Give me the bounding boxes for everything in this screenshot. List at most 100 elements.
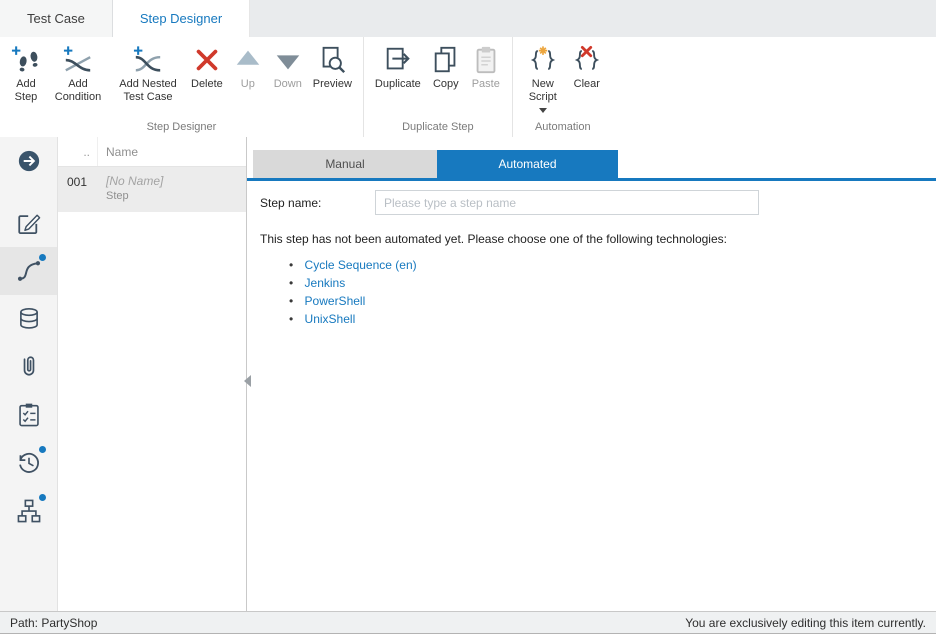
copy-button[interactable]: Copy [426, 43, 466, 93]
tab-step-designer-label: Step Designer [140, 11, 222, 26]
technology-link-unixshell[interactable]: UnixShell [305, 312, 356, 326]
add-step-icon [11, 45, 41, 75]
step-name-input[interactable] [375, 190, 759, 215]
step-name-label: Step name: [260, 196, 375, 210]
status-editing-notice: You are exclusively editing this item cu… [685, 616, 926, 630]
technology-list-item: Cycle Sequence (en) [289, 256, 936, 274]
application-window: Test Case Step Designer Add Step [0, 0, 936, 634]
down-arrow-icon [273, 45, 303, 75]
new-script-button[interactable]: New Script [519, 43, 567, 115]
step-list-header: .. Name [58, 137, 246, 167]
up-label: Up [241, 78, 255, 91]
status-path: Path: PartyShop [10, 616, 97, 630]
preview-button[interactable]: Preview [308, 43, 357, 93]
ribbon-toolbar: Add Step Add Condition Add Nested Test C… [0, 37, 936, 138]
preview-icon [317, 45, 347, 75]
collapse-arrow-icon [244, 375, 251, 387]
delete-button[interactable]: Delete [186, 43, 228, 93]
dropdown-chevron-icon [539, 108, 547, 113]
ribbon-group-label-automation: Automation [513, 121, 613, 133]
edit-icon [16, 210, 42, 236]
technology-list-item: PowerShell [289, 292, 936, 310]
sidebar-item-data[interactable] [0, 295, 57, 343]
database-icon [16, 306, 42, 332]
editor-tab-bar: Manual Automated [253, 150, 936, 178]
history-icon [16, 450, 42, 476]
add-condition-icon [63, 45, 93, 75]
step-name-form-row: Step name: [260, 190, 936, 215]
sidebar-item-hierarchy[interactable] [0, 487, 57, 535]
column-header-name: Name [98, 145, 138, 159]
delete-label: Delete [191, 78, 223, 91]
down-label: Down [274, 78, 302, 91]
paste-button[interactable]: Paste [466, 43, 506, 93]
step-type: Step [106, 190, 163, 202]
add-condition-button[interactable]: Add Condition [46, 43, 110, 106]
paste-icon [471, 45, 501, 75]
column-header-handle: .. [58, 137, 98, 166]
ribbon-group-label-step-designer: Step Designer [0, 121, 363, 133]
step-number: 001 [58, 167, 98, 212]
arrow-circle-icon [16, 148, 42, 174]
clear-script-icon [572, 45, 602, 75]
sidebar-item-attachments[interactable] [0, 343, 57, 391]
up-arrow-icon [233, 45, 263, 75]
add-condition-label: Add Condition [51, 78, 105, 104]
duplicate-button[interactable]: Duplicate [370, 43, 426, 93]
add-nested-test-case-icon [133, 45, 163, 75]
step-name: [No Name] [106, 174, 163, 188]
clear-button[interactable]: Clear [567, 43, 607, 93]
sidebar-item-checklist[interactable] [0, 391, 57, 439]
navigation-sidebar [0, 137, 58, 612]
tab-automated[interactable]: Automated [437, 150, 618, 178]
new-script-icon [528, 45, 558, 75]
sidebar-item-steps[interactable] [0, 247, 57, 295]
preview-label: Preview [313, 78, 352, 91]
clear-label: Clear [574, 78, 600, 91]
technology-link-powershell[interactable]: PowerShell [305, 294, 366, 308]
technology-list-item: UnixShell [289, 310, 936, 328]
add-step-button[interactable]: Add Step [6, 43, 46, 106]
tab-step-designer[interactable]: Step Designer [113, 0, 250, 37]
tab-test-case-label: Test Case [27, 11, 85, 26]
delete-icon [192, 45, 222, 75]
add-step-label: Add Step [11, 78, 41, 104]
ribbon-group-automation: New Script Clear Automation [512, 37, 613, 137]
notification-dot [39, 254, 46, 261]
duplicate-icon [383, 45, 413, 75]
ribbon-group-step-designer: Add Step Add Condition Add Nested Test C… [0, 37, 363, 137]
notification-dot [39, 494, 46, 501]
accent-underline [247, 178, 936, 181]
paperclip-icon [16, 354, 42, 380]
down-button[interactable]: Down [268, 43, 308, 93]
steps-icon [16, 258, 42, 284]
copy-label: Copy [433, 78, 459, 91]
technology-list-item: Jenkins [289, 274, 936, 292]
notification-dot [39, 446, 46, 453]
sidebar-item-history[interactable] [0, 439, 57, 487]
technology-link-jenkins[interactable]: Jenkins [305, 276, 346, 290]
add-nested-test-case-button[interactable]: Add Nested Test Case [110, 43, 186, 106]
step-row[interactable]: 001 [No Name] Step [58, 167, 246, 212]
sidebar-item-overview[interactable] [0, 137, 57, 185]
automation-message: This step has not been automated yet. Pl… [260, 232, 936, 246]
technology-list: Cycle Sequence (en) Jenkins PowerShell U… [277, 256, 936, 328]
status-bar: Path: PartyShop You are exclusively edit… [0, 611, 936, 633]
tab-manual-label: Manual [325, 157, 364, 171]
technology-link-cycle-sequence[interactable]: Cycle Sequence (en) [305, 258, 417, 272]
step-list: .. Name 001 [No Name] Step [58, 137, 247, 612]
ribbon-group-label-duplicate-step: Duplicate Step [364, 121, 512, 133]
hierarchy-icon [16, 498, 42, 524]
tab-test-case[interactable]: Test Case [0, 0, 113, 37]
add-nested-test-case-label: Add Nested Test Case [115, 78, 181, 104]
new-script-label: New Script [524, 78, 562, 104]
tab-manual[interactable]: Manual [253, 150, 437, 178]
collapse-panel-button[interactable] [241, 372, 254, 390]
step-name-cell: [No Name] Step [98, 167, 163, 212]
up-button[interactable]: Up [228, 43, 268, 93]
step-editor-panel: Manual Automated Step name: This step ha… [247, 137, 936, 612]
duplicate-label: Duplicate [375, 78, 421, 91]
window-tab-bar: Test Case Step Designer [0, 0, 936, 37]
copy-icon [431, 45, 461, 75]
sidebar-item-edit[interactable] [0, 199, 57, 247]
